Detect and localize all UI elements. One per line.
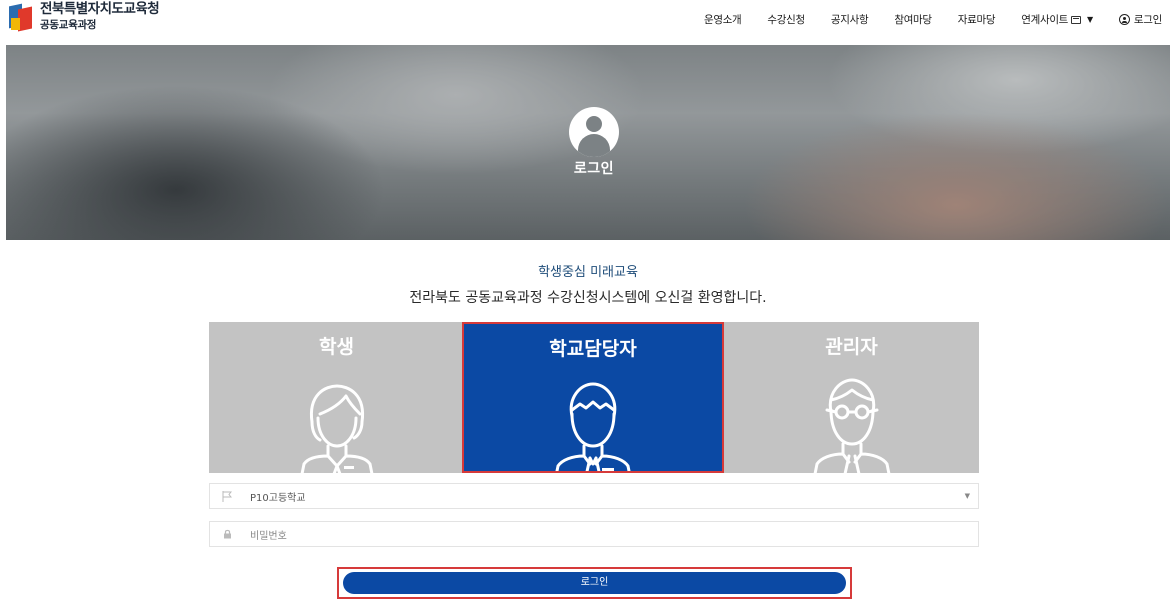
- password-placeholder: 비밀번호: [250, 530, 287, 542]
- top-header: 전북특별자치도교육청 공동교육과정 운영소개 수강신청 공지사항 참여마당 자료…: [0, 0, 1176, 45]
- nav-label: 연계사이트: [1021, 14, 1069, 26]
- role-selector: 학생 학교담당자 관리자: [209, 322, 979, 473]
- logo-text: 전북특별자치도교육청 공동교육과정: [40, 1, 160, 31]
- nav-item-about[interactable]: 운영소개: [703, 12, 742, 27]
- welcome-message: 전라북도 공동교육과정 수강신청시스템에 오신걸 환영합니다.: [409, 290, 767, 306]
- login-button[interactable]: 로그인: [343, 572, 846, 594]
- nav-item-community[interactable]: 참여마당: [894, 12, 932, 27]
- role-card-admin[interactable]: 관리자: [724, 322, 979, 473]
- role-label: 관리자: [825, 336, 878, 358]
- role-card-school-staff[interactable]: 학교담당자: [462, 322, 724, 473]
- school-select-value: P10고등학교: [250, 492, 306, 504]
- logo-subtitle: 공동교육과정: [40, 18, 97, 31]
- nav-item-resources[interactable]: 자료마당: [957, 12, 996, 27]
- logo-title: 전북특별자치도교육청: [40, 1, 160, 17]
- nav-item-related-sites[interactable]: 연계사이트 ▼: [1021, 12, 1093, 27]
- nav-label: 운영소개: [703, 14, 742, 26]
- role-label: 학교담당자: [549, 338, 637, 360]
- caret-down-icon: ▼: [1087, 15, 1093, 24]
- welcome-slogan: 학생중심 미래교육: [538, 265, 638, 280]
- nav-item-notice[interactable]: 공지사항: [830, 12, 869, 27]
- hero-title: 로그인: [573, 161, 615, 177]
- male-admin-glasses-icon: [813, 378, 890, 473]
- login-button-highlight: 로그인: [337, 567, 852, 599]
- hero-banner: 로그인: [6, 45, 1170, 240]
- caret-down-icon: ▼: [964, 492, 970, 500]
- nav-label: 참여마당: [894, 14, 932, 26]
- flag-icon: [220, 490, 234, 502]
- role-card-student[interactable]: 학생: [209, 322, 464, 473]
- user-circle-icon: [569, 107, 619, 157]
- nav-label: 로그인: [1133, 14, 1162, 26]
- password-field[interactable]: 비밀번호: [209, 521, 979, 547]
- main-nav: 운영소개 수강신청 공지사항 참여마당 자료마당 연계사이트 ▼ 로그인: [678, 12, 1162, 27]
- school-select[interactable]: P10고등학교 ▼: [209, 483, 979, 509]
- site-logo[interactable]: 전북특별자치도교육청 공동교육과정: [9, 1, 160, 32]
- user-circle-icon: [1118, 14, 1130, 25]
- male-staff-icon: [555, 382, 631, 471]
- nav-item-login[interactable]: 로그인: [1118, 12, 1162, 27]
- nav-label: 공지사항: [830, 14, 869, 26]
- nav-label: 자료마당: [957, 14, 996, 26]
- nav-label: 수강신청: [767, 14, 805, 26]
- lock-icon: [220, 529, 234, 539]
- logo-mark-icon: [9, 3, 33, 32]
- role-label: 학생: [319, 336, 354, 358]
- female-student-icon: [300, 384, 373, 473]
- nav-item-enroll[interactable]: 수강신청: [767, 12, 805, 27]
- external-window-icon: [1071, 15, 1082, 24]
